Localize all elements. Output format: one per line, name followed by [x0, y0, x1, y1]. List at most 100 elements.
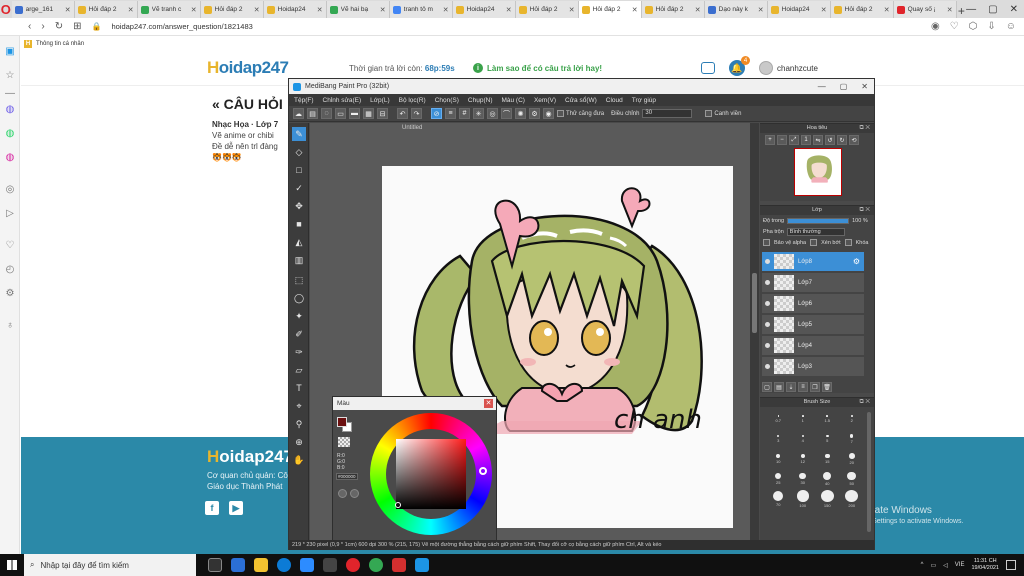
panel-icon[interactable]: ▭ [335, 108, 346, 119]
close-icon[interactable]: ✕ [1010, 4, 1018, 15]
snap-radial-icon[interactable]: ✳ [473, 108, 484, 119]
brush-size-option[interactable]: 25 [766, 470, 791, 488]
menu-item[interactable]: Trợ giúp [632, 97, 656, 104]
document-tab[interactable]: Untitled [402, 125, 422, 131]
zoom-icon[interactable] [300, 558, 314, 572]
menu-item[interactable]: Bộ lọc(R) [399, 97, 426, 104]
browser-tab[interactable]: Dạo này k ✕ [704, 1, 768, 18]
check-tool-icon[interactable]: ✓ [292, 181, 306, 195]
new-layer-icon[interactable]: ▢ [762, 382, 772, 392]
opacity-slider[interactable] [787, 217, 850, 224]
menu-item[interactable]: Màu (C) [501, 97, 524, 104]
tab-close-icon[interactable]: ✕ [380, 6, 386, 14]
select-pen-tool-icon[interactable]: ✐ [292, 327, 306, 341]
canvas-vertical-scrollbar[interactable] [750, 123, 759, 541]
back-icon[interactable]: ‹ [28, 21, 31, 32]
brush-size-option[interactable]: 2 [840, 410, 865, 428]
tab-close-icon[interactable]: ✕ [821, 6, 827, 14]
move-tool-icon[interactable]: ✥ [292, 199, 306, 213]
reset-rotation-icon[interactable]: ⟲ [849, 135, 859, 145]
grid-icon[interactable]: ▦ [363, 108, 374, 119]
snap-curve-icon[interactable]: ⌒ [501, 108, 512, 119]
star-icon[interactable]: ☆ [3, 68, 17, 82]
fit-icon[interactable]: ⤢ [789, 135, 799, 145]
close-icon[interactable]: ✕ [484, 399, 493, 408]
operation-tool-icon[interactable]: ⌖ [292, 399, 306, 413]
site-logo[interactable]: Hoidap247 [207, 58, 289, 78]
zoom-tool-icon[interactable]: ⊕ [292, 435, 306, 449]
tab-close-icon[interactable]: ✕ [254, 6, 260, 14]
taskbar-search[interactable]: ⌕ Nhập tại đây để tìm kiếm [24, 554, 196, 576]
brush-size-option[interactable]: 200 [840, 490, 865, 508]
foreground-color-swatch[interactable] [337, 417, 347, 427]
tab-close-icon[interactable]: ✕ [632, 6, 638, 14]
browser-tab[interactable]: Quay số ¡ ✕ [893, 1, 957, 18]
photos-icon[interactable] [392, 558, 406, 572]
cloud-icon[interactable]: ☁ [293, 108, 304, 119]
tip-link[interactable]: i Làm sao để có câu trả lời hay! [473, 63, 602, 73]
lasso-tool-icon[interactable]: ◯ [292, 291, 306, 305]
browser-tab[interactable]: Hoidap24 ✕ [452, 1, 516, 18]
snap-parallel-icon[interactable]: ≡ [445, 108, 456, 119]
layer-menu-icon[interactable]: ≡ [798, 382, 808, 392]
brush-size-option[interactable]: 4 [791, 430, 816, 448]
menu-item[interactable]: Cửa sổ(W) [565, 97, 597, 104]
color-palette-icon[interactable] [350, 489, 359, 498]
new-folder-icon[interactable]: ▤ [774, 382, 784, 392]
brush-size-option[interactable]: 10 [766, 450, 791, 468]
new-tab-button[interactable]: + [957, 4, 967, 18]
maximize-icon[interactable]: ▢ [988, 4, 997, 15]
hex-input[interactable]: #000000 [336, 473, 358, 480]
browser-tab[interactable]: Hỏi đáp 2 ✕ [830, 1, 894, 18]
youtube-icon[interactable]: ▶ [229, 501, 243, 515]
browser-tab[interactable]: Hỏi đáp 2 ✕ [200, 1, 264, 18]
whatsapp-icon[interactable]: ◍ [3, 126, 17, 140]
brush-size-option[interactable]: 70 [766, 490, 791, 508]
file-explorer-icon[interactable] [254, 558, 268, 572]
browser-tab[interactable]: Hỏi đáp 2 ✕ [578, 1, 642, 18]
vpn-icon[interactable]: ◎ [3, 182, 17, 196]
chevron-up-icon[interactable]: ^ [921, 562, 924, 568]
brush-size-option[interactable]: 40 [815, 470, 840, 488]
settings-icon[interactable]: ⚙ [3, 286, 17, 300]
brush-size-option[interactable]: 5 [815, 430, 840, 448]
hue-wheel[interactable] [370, 413, 492, 535]
notification-center-icon[interactable] [1006, 560, 1016, 570]
correction-select[interactable]: 30 [642, 109, 693, 118]
forward-icon[interactable]: › [41, 21, 44, 32]
redo-icon[interactable]: ↷ [411, 108, 422, 119]
opera-logo-icon[interactable]: O [0, 0, 12, 18]
eye-icon[interactable] [765, 343, 770, 348]
camera-icon[interactable]: ◉ [931, 21, 940, 32]
snap-more-icon[interactable]: ◉ [543, 108, 554, 119]
zoom-out-icon[interactable]: − [777, 135, 787, 145]
tab-close-icon[interactable]: ✕ [191, 6, 197, 14]
navigator-thumbnail[interactable] [794, 148, 842, 196]
flip-icon[interactable]: ⇋ [813, 135, 823, 145]
username[interactable]: chanhzcute [777, 64, 818, 73]
eraser-tool-icon[interactable]: ◇ [292, 145, 306, 159]
select-tool-icon[interactable]: ⬚ [292, 273, 306, 287]
anti-alias-checkbox[interactable]: Canh viền [705, 110, 741, 117]
snap-off-icon[interactable]: ⊘ [431, 108, 442, 119]
tab-close-icon[interactable]: ✕ [569, 6, 575, 14]
messenger-icon[interactable]: ◍ [3, 102, 17, 116]
import-icon[interactable]: ⊟ [377, 108, 388, 119]
lock-checkbox[interactable] [844, 239, 852, 246]
language-indicator[interactable]: VIE [955, 562, 965, 568]
snap-circle-icon[interactable]: ◎ [487, 108, 498, 119]
brush-size-option[interactable]: 7 [840, 430, 865, 448]
gradient-tool-icon[interactable]: ▥ [292, 253, 306, 267]
blend-mode-select[interactable]: Bình thường [786, 227, 845, 236]
menu-item[interactable]: Lớp(L) [370, 97, 389, 104]
chrome-icon[interactable] [369, 558, 383, 572]
brush-size-option[interactable]: 150 [815, 490, 840, 508]
bookmark-item[interactable]: Thông tin cá nhân [36, 41, 84, 47]
browser-tab[interactable]: tranh tô m ✕ [389, 1, 453, 18]
brush-size-option[interactable]: 50 [840, 470, 865, 488]
medibang-taskbar-icon[interactable] [415, 558, 429, 572]
history-icon[interactable]: ◴ [3, 262, 17, 276]
bucket-tool-icon[interactable]: ◭ [292, 235, 306, 249]
transparent-color-swatch[interactable] [338, 437, 350, 447]
task-view-icon[interactable] [208, 558, 222, 572]
